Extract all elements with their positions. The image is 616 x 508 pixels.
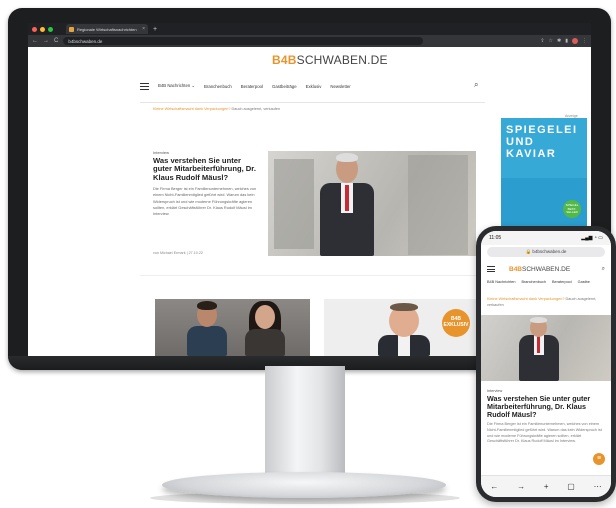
phone-site-header: B4BSCHWABEN.DE ⌕ — [481, 261, 611, 277]
article-kicker: Interview — [153, 150, 170, 155]
puzzle-icon[interactable]: ✱ — [557, 38, 561, 44]
sidebar-icon[interactable]: ▮ — [565, 38, 568, 44]
nav-item-beraterpool[interactable]: Beraterpool — [241, 84, 263, 89]
person-figure — [185, 299, 229, 356]
phone-floating-menu-button[interactable]: ≡ — [593, 453, 605, 465]
nav-item-gastbeitraege[interactable]: Gastbeiträge — [272, 84, 297, 89]
reload-icon[interactable]: C — [54, 38, 58, 44]
browser-toolbar: ← → C b4bschwaben.de ⇪ ☆ ✱ ▮ ⋮ — [28, 35, 591, 47]
article-photo[interactable] — [268, 151, 476, 256]
logo-suffix: SCHWABEN.DE — [296, 53, 388, 67]
phone-screen: 11:05 ▂▄▆ ◔ ▭ 🔒 b4bschwaben.de B4BSCHWAB… — [481, 231, 611, 497]
phone-address-bar[interactable]: 🔒 b4bschwaben.de — [487, 247, 605, 257]
breadcrumb: Kleine Wirtschaftsmacht dank Verpackunge… — [153, 107, 280, 111]
person-figure — [517, 315, 561, 381]
tab-close-icon[interactable]: × — [142, 26, 145, 32]
browser-tab[interactable]: Regionale Wirtschaftsnachrichten × — [66, 24, 148, 34]
logo-prefix: B4B — [509, 265, 523, 273]
search-icon[interactable]: ⌕ — [474, 80, 478, 90]
section-divider — [140, 275, 485, 276]
phone-browser-toolbar: ← → + ▢ ⋯ — [481, 475, 611, 497]
phone-article-photo[interactable] — [481, 315, 611, 381]
phone-article-headline[interactable]: Was verstehen Sie unter guter Mitarbeite… — [487, 395, 607, 419]
tab-title: Regionale Wirtschaftsnachrichten — [77, 26, 137, 32]
phone-article-kicker: Interview — [487, 389, 503, 393]
menu-kebab-icon[interactable]: ⋮ — [582, 38, 587, 44]
article-headline[interactable]: Was verstehen Sie unter guter Mitarbeite… — [153, 156, 261, 182]
star-icon[interactable]: ☆ — [549, 38, 553, 44]
forward-icon[interactable]: → — [43, 38, 49, 44]
main-navigation: B4B Nachrichten ⌄ Branchenbuch Beraterpo… — [140, 79, 485, 93]
person-figure — [316, 151, 378, 256]
article-teaser: Die Firma Berger ist ein Familienunterne… — [153, 186, 257, 217]
nav-item-branchenbuch[interactable]: Branchenbuch — [204, 84, 232, 89]
phone-new-tab-icon[interactable]: + — [544, 482, 549, 491]
monitor-stand-neck — [265, 366, 345, 478]
logo-prefix: B4B — [272, 53, 297, 67]
phone-forward-icon[interactable]: → — [517, 482, 525, 491]
phone-nav-item[interactable]: Branchenbuch — [522, 280, 547, 284]
browser-tab-bar: Regionale Wirtschaftsnachrichten × + — [28, 23, 591, 35]
phone-nav-item[interactable]: B4B Nachrichten — [487, 280, 516, 284]
nav-item-exklusiv[interactable]: Exklusiv — [306, 84, 322, 89]
phone-back-icon[interactable]: ← — [490, 482, 498, 491]
address-bar[interactable]: b4bschwaben.de — [63, 37, 424, 45]
phone-search-icon[interactable]: ⌕ — [602, 266, 605, 273]
phone-navigation: B4B Nachrichten Branchenbuch Beraterpool… — [487, 280, 611, 284]
breadcrumb-link[interactable]: Kleine Wirtschaftsmacht dank Verpackunge… — [153, 107, 230, 111]
site-logo[interactable]: B4BSCHWABEN.DE — [272, 53, 388, 67]
phone-nav-item[interactable]: Beraterpool — [552, 280, 572, 284]
person-figure — [374, 299, 434, 356]
phone-more-icon[interactable]: ⋯ — [594, 482, 602, 491]
phone-nav-item[interactable]: Gastbe — [578, 280, 590, 284]
exklusiv-badge: B4B EXKLUSIV — [442, 309, 470, 337]
back-icon[interactable]: ← — [32, 38, 38, 44]
factory-machine — [408, 155, 468, 255]
phone-tabs-icon[interactable]: ▢ — [567, 482, 575, 491]
breadcrumb-text: Dauch ausgelernt, verkaufen — [231, 107, 281, 111]
article-byline: von Michael Ermark | 27.10.22 — [153, 251, 203, 255]
site-favicon-icon — [69, 26, 74, 32]
nav-divider — [140, 102, 485, 103]
nav-item-newsletter[interactable]: Newsletter — [330, 84, 350, 89]
phone-hamburger-icon[interactable] — [487, 266, 495, 272]
factory-machine — [274, 159, 314, 249]
monitor-stand-base — [162, 472, 446, 498]
window-maximize-dot[interactable] — [48, 26, 53, 32]
signal-wifi-battery-icon: ▂▄▆ ◔ ▭ — [581, 235, 603, 241]
smartphone: 11:05 ▂▄▆ ◔ ▭ 🔒 b4bschwaben.de B4BSCHWAB… — [476, 226, 616, 502]
product-mockup: Regionale Wirtschaftsnachrichten × + ← →… — [0, 0, 616, 508]
logo-suffix: SCHWABEN.DE — [522, 265, 571, 273]
person-figure — [243, 299, 287, 356]
nav-item-nachrichten[interactable]: B4B Nachrichten ⌄ — [158, 83, 195, 89]
hamburger-menu-icon[interactable] — [140, 82, 149, 90]
ad-title: SPIEGELEI UND KAVIAR — [506, 124, 578, 160]
teaser-photo-duo[interactable] — [155, 299, 310, 356]
window-close-dot[interactable] — [32, 26, 37, 32]
share-icon[interactable]: ⇪ — [540, 38, 544, 44]
phone-status-bar: 11:05 ▂▄▆ ◔ ▭ — [481, 231, 611, 245]
new-tab-button[interactable]: + — [153, 26, 157, 33]
phone-time: 11:05 — [489, 235, 502, 241]
phone-site-logo[interactable]: B4BSCHWABEN.DE — [509, 266, 570, 273]
phone-breadcrumb: Kleine Wirtschaftsmacht dank Verpackunge… — [487, 297, 609, 308]
phone-article-teaser: Die Firma Berger ist ein Familienunterne… — [487, 422, 602, 444]
bestseller-sticker: SPIEGEL BEST- SELLER — [563, 200, 581, 218]
profile-avatar[interactable] — [572, 38, 578, 44]
extension-icons: ⇪ ☆ ✱ ▮ ⋮ — [540, 38, 587, 44]
window-minimize-dot[interactable] — [40, 26, 45, 32]
phone-breadcrumb-link[interactable]: Kleine Wirtschaftsmacht dank Verpackunge… — [487, 297, 564, 301]
